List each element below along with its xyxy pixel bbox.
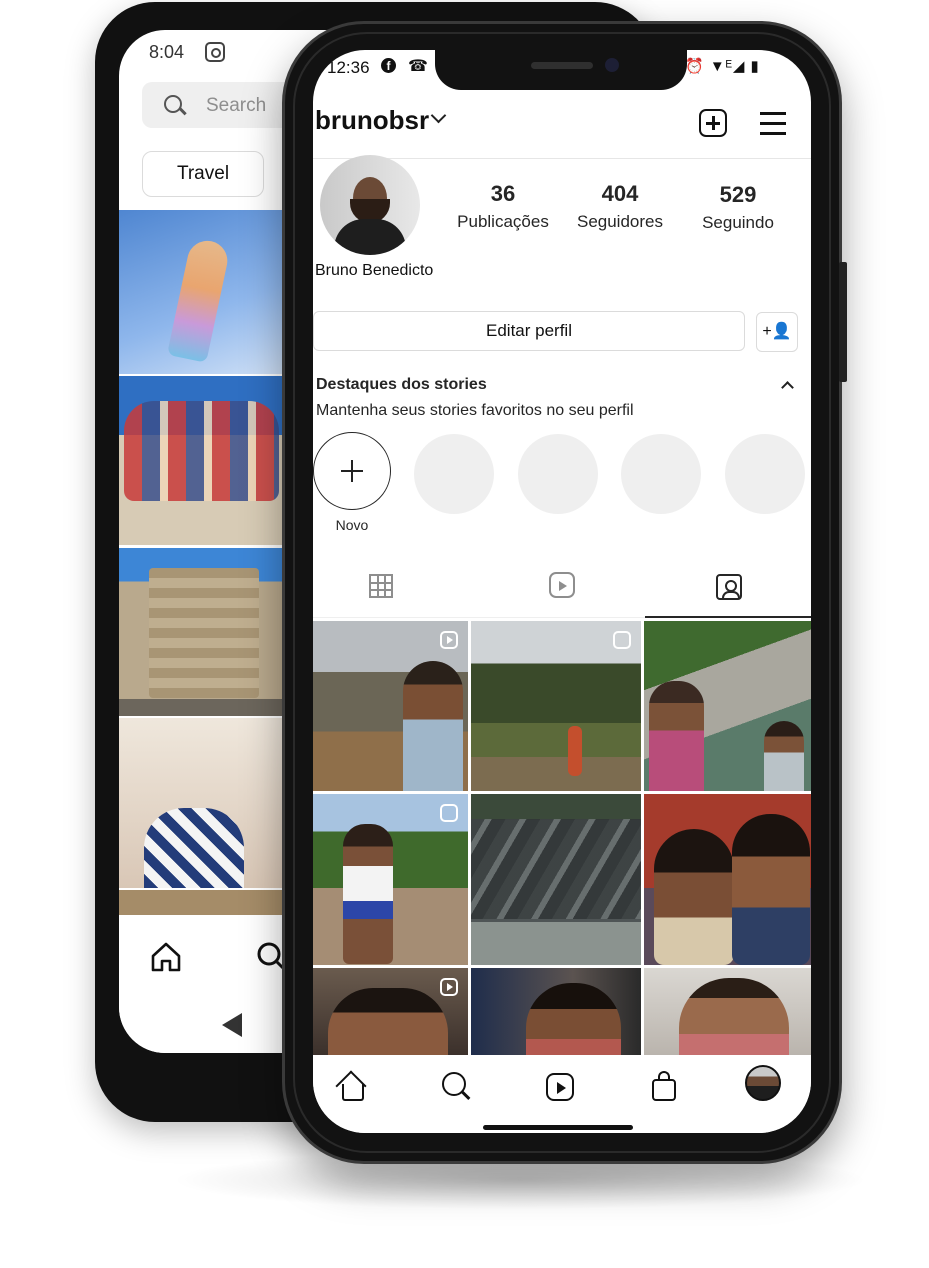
front-camera <box>605 58 619 72</box>
missed-call-icon: ☎ <box>408 58 428 75</box>
avatar-shirt <box>334 219 406 255</box>
reel-badge-icon <box>440 978 458 996</box>
search-handle <box>461 1090 471 1100</box>
shop-bag <box>652 1079 676 1101</box>
stat-value: 529 <box>719 182 757 207</box>
facebook-icon: f <box>381 58 396 73</box>
explore-photo[interactable] <box>119 890 284 915</box>
highlight-placeholder <box>725 434 805 514</box>
stat-posts[interactable]: 36 Publicações <box>443 181 563 232</box>
reels-icon <box>549 572 575 598</box>
tagged-icon <box>716 574 742 600</box>
tab-reels[interactable] <box>479 562 645 617</box>
home-indicator[interactable] <box>483 1125 633 1130</box>
home-icon[interactable] <box>333 1067 373 1107</box>
stat-value: 404 <box>601 181 639 206</box>
stat-following[interactable]: 529 Seguindo <box>678 182 798 233</box>
back-status-time: 8:04 <box>149 42 185 62</box>
stat-followers[interactable]: 404 Seguidores <box>560 181 680 232</box>
highlight-placeholder <box>518 434 598 514</box>
status-icons: ⏰ ▼ᴱ◢ ▮ <box>685 58 760 75</box>
menu-icon[interactable] <box>760 112 786 135</box>
stat-label: Seguidores <box>576 212 663 231</box>
instagram-profile-screen: 12:36 f ☎ ⏰ ▼ᴱ◢ ▮ brunobsr 36 Publicaçõe… <box>313 50 811 1133</box>
post-thumbnail[interactable] <box>644 794 811 965</box>
post-thumbnail[interactable] <box>313 621 468 791</box>
notch <box>435 50 687 90</box>
tab-posts-grid[interactable] <box>313 562 479 617</box>
menu-line <box>760 122 786 125</box>
search-icon[interactable] <box>437 1067 477 1107</box>
explore-photo[interactable] <box>119 718 284 888</box>
post-thumbnail[interactable] <box>471 794 641 965</box>
explore-photo[interactable] <box>119 210 284 374</box>
profile-avatar-nav[interactable] <box>745 1065 781 1101</box>
edit-profile-button[interactable]: Editar perfil <box>313 311 745 351</box>
back-search-placeholder: Search <box>206 95 267 116</box>
home-body <box>342 1084 364 1101</box>
stat-value: 36 <box>490 181 516 206</box>
android-back-icon[interactable] <box>222 1013 242 1037</box>
explore-photo[interactable] <box>119 548 284 716</box>
stat-label: Publicações <box>457 212 549 231</box>
discover-people-button[interactable]: +👤 <box>756 312 798 352</box>
highlights-subtitle: Mantenha seus stories favoritos no seu p… <box>316 402 634 419</box>
tab-tagged[interactable] <box>645 562 811 617</box>
post-thumbnail[interactable] <box>644 968 811 1058</box>
highlights-title: Destaques dos stories <box>316 376 487 393</box>
reels-icon[interactable] <box>540 1067 580 1107</box>
highlight-placeholder <box>621 434 701 514</box>
bottom-nav <box>313 1055 811 1133</box>
new-highlight-button[interactable] <box>313 432 391 510</box>
reel-badge-icon <box>440 631 458 649</box>
profile-avatar[interactable] <box>320 155 420 255</box>
profile-full-name: Bruno Benedicto <box>315 262 434 279</box>
side-button <box>839 262 847 382</box>
active-tab-indicator <box>645 616 811 618</box>
post-thumbnail[interactable] <box>313 968 468 1058</box>
post-thumbnail[interactable] <box>471 621 641 791</box>
chevron-up-icon[interactable] <box>781 381 794 394</box>
profile-username[interactable]: brunobsr <box>315 105 429 136</box>
highlight-placeholder <box>414 434 494 514</box>
grid-icon <box>369 574 393 598</box>
create-post-button[interactable] <box>699 109 727 137</box>
stat-label: Seguindo <box>702 213 774 232</box>
reels-box <box>546 1073 574 1101</box>
carousel-badge-icon <box>440 804 458 822</box>
menu-line <box>760 132 786 135</box>
category-chip-travel[interactable]: Travel <box>142 151 264 197</box>
speaker <box>531 62 593 69</box>
home-icon[interactable] <box>149 940 183 974</box>
post-thumbnail[interactable] <box>313 794 468 965</box>
menu-line <box>760 112 786 115</box>
post-thumbnail[interactable] <box>471 968 641 1058</box>
shop-icon[interactable] <box>644 1067 684 1107</box>
chevron-down-icon[interactable] <box>430 107 447 124</box>
instagram-icon <box>205 42 225 62</box>
explore-photo[interactable] <box>119 376 284 545</box>
status-time: 12:36 <box>327 58 370 77</box>
search-icon <box>164 95 182 113</box>
carousel-badge-icon <box>613 631 631 649</box>
new-highlight-label: Novo <box>335 517 369 533</box>
post-thumbnail[interactable] <box>644 621 811 791</box>
